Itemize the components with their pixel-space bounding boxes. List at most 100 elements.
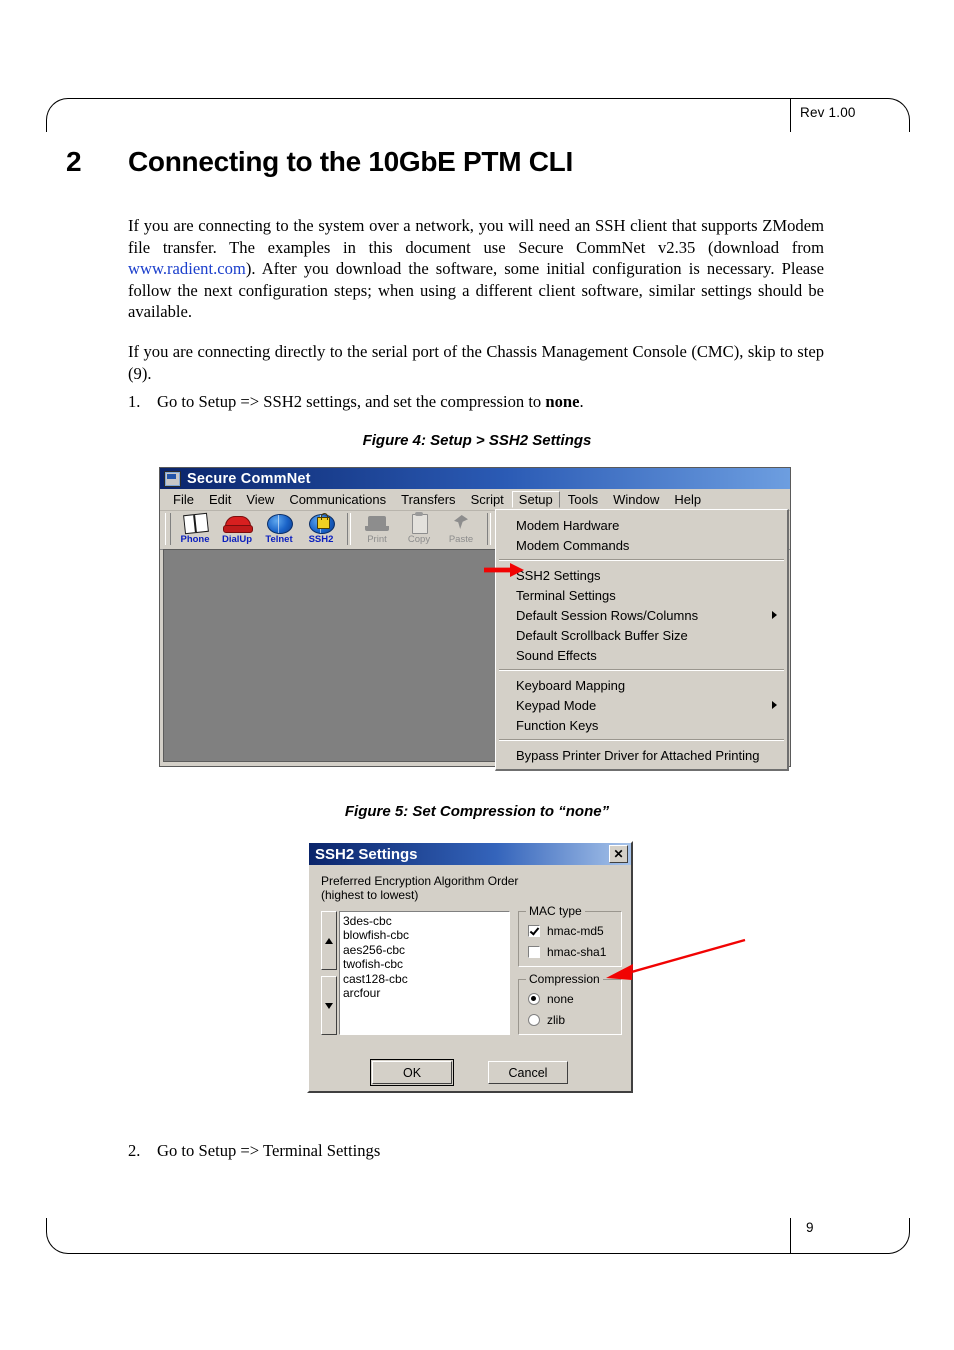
toolbar-button-paste: Paste xyxy=(440,513,482,545)
toolbar-button-ssh2[interactable]: SSH2 xyxy=(300,513,342,545)
menu-item-default-session-rows-columns-label: Default Session Rows/Columns xyxy=(516,607,699,623)
list-item[interactable]: 3des-cbc xyxy=(343,914,506,928)
commnet-window-title: Secure CommNet xyxy=(187,470,311,487)
menu-tools[interactable]: Tools xyxy=(561,491,605,508)
printer-icon xyxy=(362,513,392,533)
submenu-chevron-right-icon xyxy=(772,611,777,619)
menu-view[interactable]: View xyxy=(239,491,281,508)
algorithm-order-control: 3des-cbc blowfish-cbc aes256-cbc twofish… xyxy=(321,911,510,1035)
toolbar-separator-1 xyxy=(347,513,351,545)
toolbar-button-dialup[interactable]: DialUp xyxy=(216,513,258,545)
radient-website-link[interactable]: www.radient.com xyxy=(128,259,246,278)
menu-edit[interactable]: Edit xyxy=(202,491,238,508)
menu-item-keyboard-mapping[interactable]: Keyboard Mapping xyxy=(496,675,787,695)
dialog-button-row: OK Cancel xyxy=(309,1059,631,1086)
toolbar-label-paste: Paste xyxy=(448,534,474,545)
page-footer-frame xyxy=(46,1218,910,1254)
menu-script[interactable]: Script xyxy=(464,491,511,508)
list-item[interactable]: aes256-cbc xyxy=(343,943,506,957)
menu-help[interactable]: Help xyxy=(667,491,708,508)
step-2: 2. Go to Setup => Terminal Settings xyxy=(128,1140,828,1162)
toolbar-grip[interactable] xyxy=(165,513,171,545)
commnet-menu-bar: File Edit View Communications Transfers … xyxy=(160,489,790,511)
application-monitor-icon xyxy=(164,470,181,487)
page-header-frame xyxy=(46,98,910,132)
toolbar-button-copy: Copy xyxy=(398,512,440,545)
menu-item-bypass-printer-driver[interactable]: Bypass Printer Driver for Attached Print… xyxy=(496,745,787,765)
cancel-button[interactable]: Cancel xyxy=(488,1061,568,1084)
algorithm-reorder-buttons xyxy=(321,911,337,1035)
menu-separator-2 xyxy=(499,669,784,671)
preferred-algorithm-label-line1: Preferred Encryption Algorithm Order xyxy=(321,874,519,888)
ssh2-settings-dialog: SSH2 Settings ✕ Preferred Encryption Alg… xyxy=(307,841,633,1093)
toolbar-button-print: Print xyxy=(356,513,398,545)
mac-type-group-title: MAC type xyxy=(526,904,585,918)
checkbox-hmac-md5-label: hmac-md5 xyxy=(547,924,604,938)
menu-file[interactable]: File xyxy=(166,491,201,508)
dialog-title: SSH2 Settings xyxy=(315,845,418,863)
step-1-text-a: Go to Setup => SSH2 settings, and set th… xyxy=(157,392,546,411)
menu-item-function-keys[interactable]: Function Keys xyxy=(496,715,787,735)
list-item[interactable]: cast128-cbc xyxy=(343,972,506,986)
menu-communications[interactable]: Communications xyxy=(282,491,393,508)
radio-unselected-icon[interactable] xyxy=(528,1014,540,1026)
radio-compression-none-label: none xyxy=(547,992,574,1006)
menu-item-terminal-settings[interactable]: Terminal Settings xyxy=(496,585,787,605)
step-1-text-b: . xyxy=(579,392,584,411)
algorithm-list[interactable]: 3des-cbc blowfish-cbc aes256-cbc twofish… xyxy=(339,911,510,1035)
toolbar-label-print: Print xyxy=(367,534,387,545)
list-item[interactable]: blowfish-cbc xyxy=(343,928,506,942)
toolbar-label-phone: Phone xyxy=(180,534,210,545)
menu-item-keypad-mode[interactable]: Keypad Mode xyxy=(496,695,787,715)
menu-item-modem-commands[interactable]: Modem Commands xyxy=(496,535,787,555)
intro-text-before-link: If you are connecting to the system over… xyxy=(128,216,824,257)
step-1: 1. Go to Setup => SSH2 settings, and set … xyxy=(128,391,828,413)
checkbox-unchecked-icon[interactable] xyxy=(528,946,540,958)
intro-paragraph: If you are connecting to the system over… xyxy=(128,215,824,323)
checkbox-checked-icon[interactable] xyxy=(528,925,540,937)
dialog-title-bar: SSH2 Settings ✕ xyxy=(309,843,631,865)
move-up-button[interactable] xyxy=(321,911,337,970)
toolbar-button-telnet[interactable]: Telnet xyxy=(258,513,300,545)
commnet-title-bar: Secure CommNet xyxy=(160,468,790,489)
radio-compression-none[interactable]: none xyxy=(528,992,574,1006)
page-header-divider xyxy=(790,98,791,132)
page-footer-divider xyxy=(790,1218,791,1254)
menu-item-modem-hardware[interactable]: Modem Hardware xyxy=(496,515,787,535)
list-item[interactable]: arcfour xyxy=(343,986,506,1000)
menu-item-ssh2-settings[interactable]: SSH2 Settings xyxy=(496,565,787,585)
menu-item-keypad-mode-label: Keypad Mode xyxy=(516,697,597,713)
radio-compression-zlib[interactable]: zlib xyxy=(528,1013,565,1027)
toolbar-label-ssh2: SSH2 xyxy=(308,534,334,545)
ok-button[interactable]: OK xyxy=(370,1059,454,1086)
menu-transfers[interactable]: Transfers xyxy=(394,491,462,508)
toolbar-separator-2 xyxy=(487,513,491,545)
toolbar-button-phone[interactable]: Phone xyxy=(174,512,216,545)
figure-5-caption: Figure 5: Set Compression to “none” xyxy=(344,803,610,820)
toolbar-label-dialup: DialUp xyxy=(221,534,253,545)
setup-dropdown-menu: Modem Hardware Modem Commands SSH2 Setti… xyxy=(495,509,789,771)
phonebook-icon xyxy=(180,512,210,535)
menu-item-sound-effects[interactable]: Sound Effects xyxy=(496,645,787,665)
toolbar-label-telnet: Telnet xyxy=(265,534,293,545)
triangle-up-icon xyxy=(325,937,333,944)
menu-window[interactable]: Window xyxy=(606,491,666,508)
radio-compression-zlib-label: zlib xyxy=(547,1013,566,1027)
menu-item-default-session-rows-columns[interactable]: Default Session Rows/Columns xyxy=(496,605,787,625)
chapter-title: Connecting to the 10GbE PTM CLI xyxy=(128,146,573,177)
menu-item-default-scrollback-buffer-size[interactable]: Default Scrollback Buffer Size xyxy=(496,625,787,645)
dialog-body: Preferred Encryption Algorithm Order (hi… xyxy=(309,865,631,1086)
menu-separator-1 xyxy=(499,559,784,561)
clipboard-icon xyxy=(404,512,434,534)
menu-setup[interactable]: Setup xyxy=(511,491,560,508)
checkbox-hmac-md5[interactable]: hmac-md5 xyxy=(528,924,604,938)
move-down-button[interactable] xyxy=(321,976,337,1035)
list-item[interactable]: twofish-cbc xyxy=(343,957,506,971)
pushpin-icon xyxy=(446,513,476,533)
preferred-algorithm-label: Preferred Encryption Algorithm Order (hi… xyxy=(321,874,621,902)
annotation-arrow-to-compression xyxy=(606,938,746,980)
checkbox-hmac-sha1[interactable]: hmac-sha1 xyxy=(528,945,606,959)
toolbar-connection-group: Phone DialUp Telnet SSH2 xyxy=(174,512,342,545)
close-icon[interactable]: ✕ xyxy=(609,845,628,863)
radio-selected-icon[interactable] xyxy=(528,993,540,1005)
